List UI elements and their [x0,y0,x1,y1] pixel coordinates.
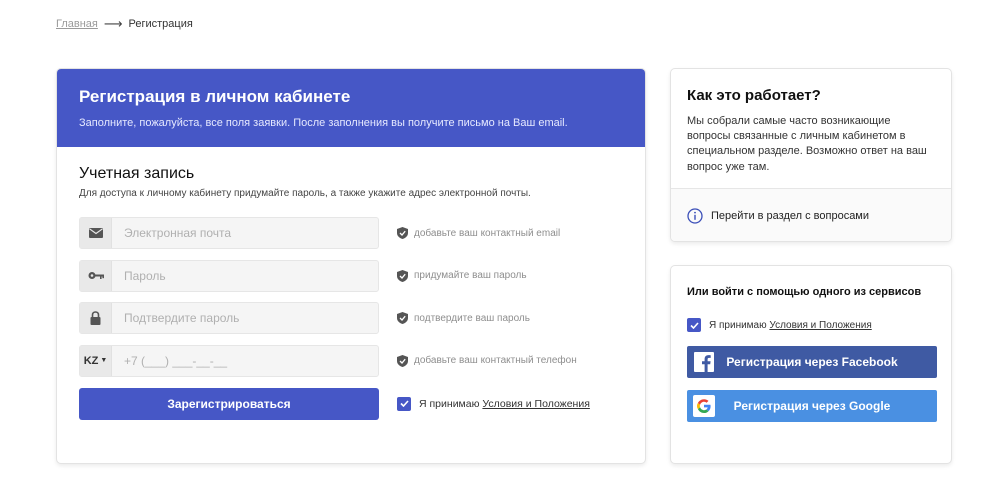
confirm-hint-text: подтвердите ваш пароль [414,312,530,324]
phone-field-wrapper: KZ ▼ [79,344,379,377]
breadcrumb-current: Регистрация [128,18,193,30]
social-terms-link[interactable]: Условия и Положения [769,320,871,331]
shield-check-icon [397,269,408,282]
registration-form: Учетная запись Для доступа к личному каб… [57,147,645,420]
how-it-works-content: Как это работает? Мы собрали самые часто… [671,69,951,189]
registration-header: Регистрация в личном кабинете Заполните,… [57,69,645,147]
terms-agree-text: Я принимаю [419,397,480,410]
page-title: Регистрация в личном кабинете [79,87,351,106]
email-input[interactable] [112,218,378,248]
how-it-works-text: Мы собрали самые часто возникающие вопро… [687,115,927,173]
email-hint: добавьте ваш контактный email [397,227,560,239]
social-title: Или войти с помощью одного из сервисов [687,286,922,298]
social-terms-agreement: Я принимаю Условия и Положения [687,318,935,332]
terms-agreement: Я принимаю Условия и Положения [397,396,590,411]
shield-check-icon [397,354,408,367]
google-register-button[interactable]: Регистрация через Google [687,390,937,422]
breadcrumb: Главная ⟶ Регистрация [56,16,193,32]
checkmark-icon [399,400,409,407]
lock-icon [80,303,112,333]
email-hint-text: добавьте ваш контактный email [414,227,561,239]
how-it-works-card: Как это работает? Мы собрали самые часто… [670,68,952,242]
email-row: добавьте ваш контактный email [79,217,623,249]
facebook-icon [687,346,721,378]
page-subtitle: Заполните, пожалуйста, все поля заявки. … [79,117,568,129]
country-code: KZ [83,354,99,367]
social-terms-checkbox[interactable] [687,318,701,332]
how-it-works-title: Как это работает? [687,87,821,104]
confirm-hint: подтвердите ваш пароль [397,312,530,324]
facebook-register-button[interactable]: Регистрация через Facebook [687,346,937,378]
confirm-row: подтвердите ваш пароль [79,302,623,334]
form-actions: Зарегистрироваться Я принимаю Условия и … [79,387,623,420]
key-icon [80,260,112,291]
envelope-icon [80,218,112,248]
arrow-right-icon: ⟶ [103,16,123,31]
section-description: Для доступа к личному кабинету придумайт… [79,188,531,199]
social-agree-text: Я принимаю [709,319,767,331]
shield-check-icon [397,227,408,239]
registration-card: Регистрация в личном кабинете Заполните,… [56,68,646,464]
password-hint: придумайте ваш пароль [397,269,527,282]
facebook-register-label: Регистрация через Facebook [726,355,898,369]
breadcrumb-home-link[interactable]: Главная [56,18,98,30]
phone-hint: добавьте ваш контактный телефон [397,354,577,367]
section-title: Учетная запись [79,165,195,182]
phone-hint-text: добавьте ваш контактный телефон [414,355,577,366]
google-icon [687,390,721,422]
social-login-card: Или войти с помощью одного из сервисов Я… [670,265,952,464]
password-row: придумайте ваш пароль [79,259,623,292]
terms-link[interactable]: Условия и Положения [482,398,589,410]
confirm-password-input[interactable] [112,303,378,333]
email-field-wrapper [79,217,379,249]
phone-row: KZ ▼ добавьте ваш контактный телефон [79,344,623,377]
faq-link[interactable]: Перейти в раздел с вопросами [671,189,951,241]
terms-checkbox[interactable] [397,396,411,411]
phone-input[interactable] [112,345,378,376]
password-field-wrapper [79,259,379,292]
password-hint-text: придумайте ваш пароль [414,270,527,281]
faq-link-text: Перейти в раздел с вопросами [711,209,870,222]
shield-check-icon [397,312,408,324]
caret-down-icon: ▼ [100,357,108,364]
info-icon [687,207,703,224]
google-register-label: Регистрация через Google [733,399,891,413]
register-button[interactable]: Зарегистрироваться [79,387,379,420]
password-input[interactable] [112,260,378,291]
confirm-field-wrapper [79,302,379,334]
country-select[interactable]: KZ ▼ [80,345,112,376]
checkmark-icon [689,321,699,329]
